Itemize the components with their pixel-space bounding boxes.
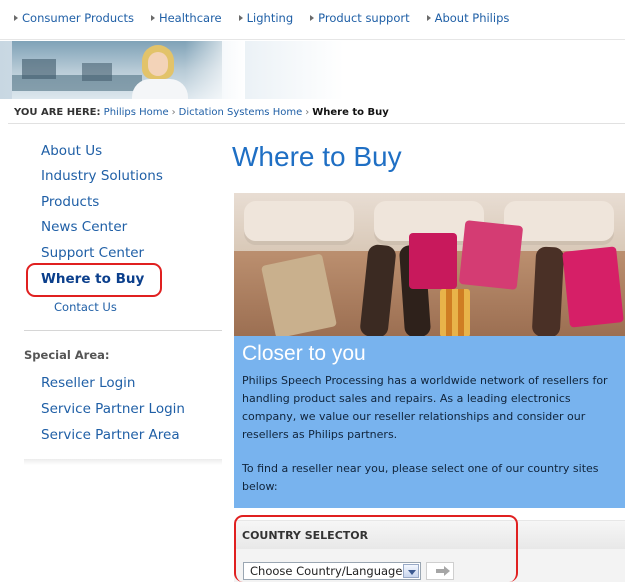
promo-paragraph: Philips Speech Processing has a worldwid…: [242, 374, 608, 441]
sidebar-item-support-center[interactable]: Support Center: [41, 245, 144, 261]
breadcrumb-divider: [8, 123, 625, 124]
promo-panel: Closer to you Philips Speech Processing …: [234, 336, 625, 508]
breadcrumb-current: Where to Buy: [312, 107, 389, 118]
top-nav-consumer-products[interactable]: Consumer Products: [14, 11, 134, 25]
shopping-bag-shape: [409, 233, 457, 289]
special-area-label: Special Area:: [24, 348, 110, 362]
sidebar-item-service-partner-area[interactable]: Service Partner Area: [41, 427, 180, 443]
sidebar-item-service-partner-login[interactable]: Service Partner Login: [41, 401, 185, 417]
annotation-highlight-country-selector: [234, 515, 518, 582]
page-title: Where to Buy: [232, 141, 402, 172]
leg-shape: [531, 246, 565, 336]
monitor-shape: [22, 59, 56, 79]
shopping-bag-shape: [260, 253, 338, 336]
top-nav-lighting[interactable]: Lighting: [238, 11, 294, 25]
annotation-highlight-where-to-buy: [26, 263, 162, 297]
breadcrumb-label: YOU ARE HERE:: [14, 107, 101, 118]
sidebar-item-news-center[interactable]: News Center: [41, 219, 127, 235]
monitor-shape: [82, 63, 112, 81]
breadcrumb-link-dictation-systems-home[interactable]: Dictation Systems Home: [179, 107, 303, 118]
sidebar: About Us Industry Solutions Products New…: [0, 132, 222, 582]
sidebar-item-products[interactable]: Products: [41, 194, 99, 210]
woman-figure: [132, 43, 188, 99]
cushion-shape: [244, 201, 354, 241]
leg-shape: [359, 243, 397, 336]
sidebar-item-about-us[interactable]: About Us: [41, 143, 102, 159]
breadcrumb-separator: ›: [305, 107, 310, 118]
breadcrumb-separator: ›: [171, 107, 176, 118]
breadcrumb: YOU ARE HERE: Philips Home › Dictation Sys…: [14, 107, 389, 118]
body-shape: [132, 79, 188, 99]
top-nav-links: Consumer Products Healthcare Lighting Pr…: [14, 11, 509, 25]
striped-bag-shape: [440, 289, 470, 336]
triangle-right-icon: [310, 15, 315, 21]
face-shape: [148, 52, 168, 76]
shopping-photo: [234, 193, 625, 336]
top-nav-label: Healthcare: [158, 11, 222, 25]
top-navigation: Consumer Products Healthcare Lighting Pr…: [0, 0, 625, 40]
promo-instruction: To find a reseller near you, please sele…: [242, 462, 599, 493]
triangle-right-icon: [14, 15, 18, 21]
sidebar-item-reseller-login[interactable]: Reseller Login: [41, 375, 136, 391]
sidebar-subitem-contact-us[interactable]: Contact Us: [54, 300, 117, 314]
promo-heading: Closer to you: [242, 342, 366, 365]
top-nav-label: Lighting: [246, 11, 294, 25]
sidebar-item-industry-solutions[interactable]: Industry Solutions: [41, 168, 163, 184]
triangle-right-icon: [238, 15, 243, 21]
triangle-right-icon: [150, 15, 155, 21]
sidebar-divider: [24, 330, 222, 331]
breadcrumb-link-philips-home[interactable]: Philips Home: [104, 107, 169, 118]
header-banner: [0, 41, 625, 99]
shopping-bag-shape: [458, 220, 524, 290]
triangle-right-icon: [426, 15, 431, 21]
top-nav-label: Consumer Products: [22, 11, 134, 25]
top-nav-product-support[interactable]: Product support: [310, 11, 410, 25]
top-nav-healthcare[interactable]: Healthcare: [150, 11, 222, 25]
banner-fade: [185, 41, 245, 99]
top-nav-about-philips[interactable]: About Philips: [426, 11, 510, 25]
top-nav-label: About Philips: [434, 11, 510, 25]
shopping-bag-shape: [562, 246, 624, 328]
top-nav-label: Product support: [318, 11, 410, 25]
sidebar-bottom-shadow: [24, 459, 222, 465]
